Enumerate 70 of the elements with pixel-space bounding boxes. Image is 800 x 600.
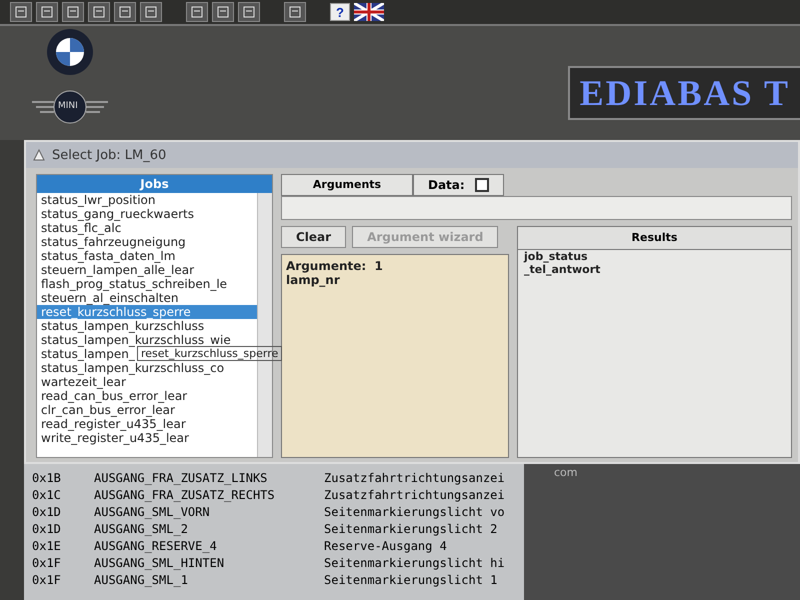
table-cell-text: AUSGANG_FRA_ZUSATZ_RECHTS: [94, 487, 276, 504]
table-cell-text: AUSGANG_RESERVE_4: [94, 538, 218, 555]
table-cell-text: Seitenmarkierungslicht 1: [324, 572, 498, 589]
result-item[interactable]: _tel_antwort: [518, 263, 791, 276]
results-header: Results: [518, 227, 791, 250]
toolbar-icon[interactable]: [114, 2, 136, 22]
table-cell-text: 0x1D: [31, 521, 62, 538]
arguments-text-area[interactable]: Argumente: 1 lamp_nr: [281, 254, 509, 458]
list-item[interactable]: status_lampen_kurzschluss: [37, 319, 206, 333]
list-item[interactable]: clr_can_bus_error_lear: [37, 403, 177, 417]
side-text: com: [554, 466, 578, 479]
toolbar-icon[interactable]: [10, 2, 32, 22]
window-title: Select Job: LM_60: [52, 148, 166, 162]
arguments-tab[interactable]: Arguments: [281, 174, 413, 196]
argument-input-field[interactable]: [281, 196, 792, 220]
toolbar-icon[interactable]: [238, 2, 260, 22]
argument-line: lamp_nr: [286, 273, 341, 287]
table-cell-text: Seitenmarkierungslicht hi: [324, 555, 506, 572]
toolbar-icon[interactable]: [212, 2, 234, 22]
list-item[interactable]: wartezeit_lear: [37, 375, 128, 389]
toolbar-icon[interactable]: [186, 2, 208, 22]
action-button[interactable]: Clear: [281, 226, 346, 248]
table-cell-text: AUSGANG_SML_1: [94, 572, 189, 589]
table-cell-text: Zusatzfahrtrichtungsanzei: [324, 470, 506, 487]
table-cell-text: AUSGANG_FRA_ZUSATZ_LINKS: [94, 470, 268, 487]
list-item[interactable]: steuern_lampen_alle_lear: [37, 263, 196, 277]
list-item[interactable]: read_register_u435_lear: [37, 417, 188, 431]
list-item[interactable]: status_lampen_: [37, 347, 137, 361]
list-item[interactable]: status_gang_rueckwaerts: [37, 207, 196, 221]
list-item[interactable]: write_register_u435_lear: [37, 431, 191, 445]
table-cell-text: 0x1C: [31, 487, 62, 504]
table-cell-text: Seitenmarkierungslicht vo: [324, 504, 506, 521]
table-cell-text: 0x1E: [31, 538, 62, 555]
list-header: Jobs: [37, 175, 272, 193]
app-icon: [32, 148, 46, 162]
list-item[interactable]: status_lwr_position: [37, 193, 158, 207]
winged-logo: MINI: [30, 90, 110, 124]
list-item[interactable]: flash_prog_status_schreiben_le: [37, 277, 230, 291]
table-cell-text: Reserve-Ausgang 4: [324, 538, 448, 555]
table-cell-text: AUSGANG_SML_HINTEN: [94, 555, 226, 572]
banner-title: EDIABAS T: [568, 66, 800, 120]
list-item[interactable]: status_lampen_kurzschluss_wie: [37, 333, 233, 347]
result-item[interactable]: job_status: [518, 250, 791, 263]
roundel-logo-icon: [46, 28, 94, 76]
toolbar-icon[interactable]: [284, 2, 306, 22]
table-cell-text: 0x1F: [31, 572, 62, 589]
toolbar-icon[interactable]: [88, 2, 110, 22]
table-cell-text: 0x1D: [31, 504, 62, 521]
table-cell-text: AUSGANG_SML_2: [94, 521, 189, 538]
list-item[interactable]: read_can_bus_error_lear: [37, 389, 190, 403]
list-item[interactable]: status_fahrzeugneigung: [37, 235, 188, 249]
toolbar-icon[interactable]: [36, 2, 58, 22]
help-button[interactable]: ?: [330, 3, 350, 21]
toolbar-icon[interactable]: [62, 2, 84, 22]
table-cell-text: 0x1F: [31, 555, 62, 572]
table-cell-text: 0x1B: [31, 470, 62, 487]
argument-line: Argumente: 1: [286, 259, 384, 273]
toolbar-icon[interactable]: [140, 2, 162, 22]
tooltip: reset_kurzschluss_sperre: [137, 346, 282, 361]
flag-icon[interactable]: [354, 3, 384, 21]
list-item[interactable]: status_flc_alc: [37, 221, 124, 235]
list-item[interactable]: status_lampen_kurzschluss_co: [37, 361, 226, 375]
list-item[interactable]: reset_kurzschluss_sperre: [37, 305, 257, 319]
data-checkbox[interactable]: [474, 178, 489, 192]
table-cell-text: Zusatzfahrtrichtungsanzei: [324, 487, 506, 504]
table-cell-text: AUSGANG_SML_VORN: [94, 504, 211, 521]
list-item[interactable]: status_fasta_daten_lm: [37, 249, 178, 263]
table-cell-text: Seitenmarkierungslicht 2: [324, 521, 498, 538]
data-label: Data:: [428, 178, 465, 192]
list-item[interactable]: steuern_al_einschalten: [37, 291, 181, 305]
